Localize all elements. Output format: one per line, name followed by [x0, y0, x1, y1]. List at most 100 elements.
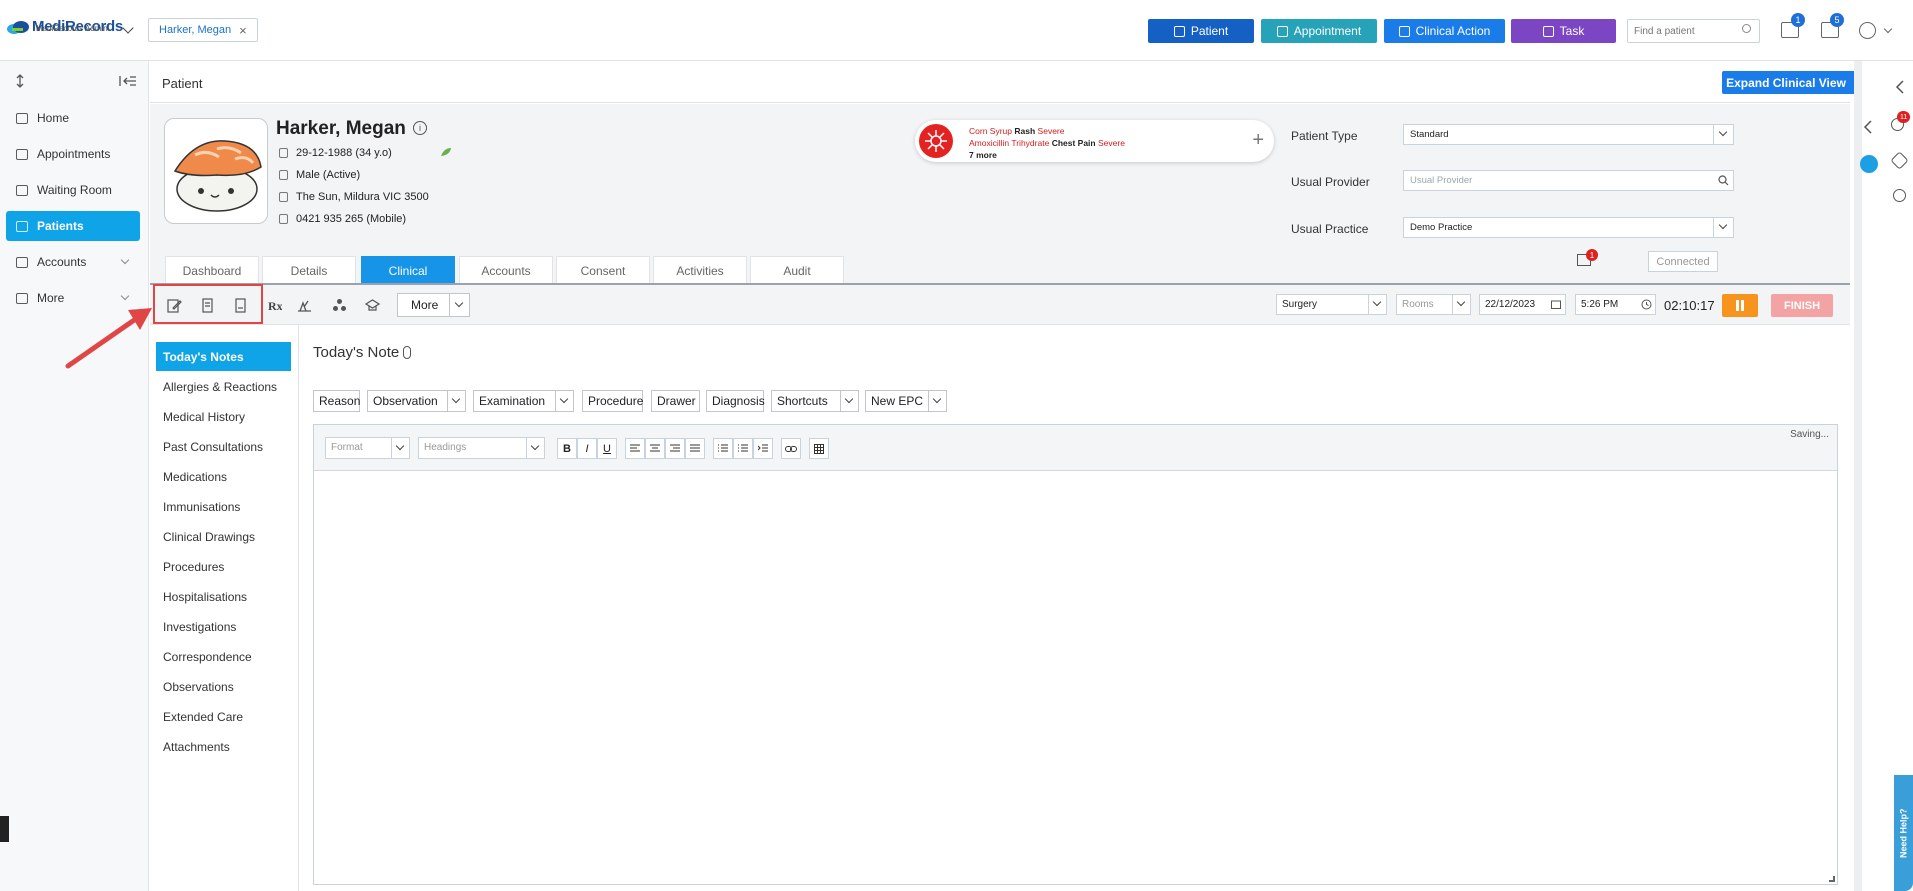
- date-value: 22/12/2023: [1485, 299, 1536, 310]
- allergy-more[interactable]: 7 more: [969, 149, 1125, 161]
- date-input[interactable]: 22/12/2023: [1479, 294, 1566, 315]
- clinical-menu-observations[interactable]: Observations: [156, 672, 291, 701]
- new-epc-dropdown[interactable]: New EPC: [865, 390, 947, 412]
- italic-button[interactable]: I: [577, 438, 597, 459]
- tab-clinical[interactable]: Clinical: [361, 256, 455, 284]
- patient-type-select[interactable]: Standard: [1403, 124, 1734, 145]
- find-patient-input[interactable]: [1627, 19, 1760, 43]
- align-center-button[interactable]: [645, 438, 665, 459]
- search-icon[interactable]: [1742, 24, 1751, 33]
- calendar-icon[interactable]: [1551, 300, 1561, 309]
- chevron-down-icon[interactable]: [1883, 24, 1893, 34]
- underline-button[interactable]: U: [597, 438, 617, 459]
- tab-details[interactable]: Details: [262, 256, 356, 284]
- education-icon[interactable]: [365, 298, 380, 313]
- table-button[interactable]: [809, 438, 829, 459]
- numbered-list-button[interactable]: [733, 438, 753, 459]
- align-right-button[interactable]: [665, 438, 685, 459]
- sidebar-item-accounts[interactable]: Accounts: [6, 247, 140, 277]
- clinical-menu-clinical-drawings[interactable]: Clinical Drawings: [156, 522, 291, 551]
- format-select[interactable]: Format: [325, 437, 410, 459]
- observation-dropdown[interactable]: Observation: [367, 390, 466, 412]
- diagnosis-button[interactable]: Diagnosis: [706, 390, 765, 412]
- tab-accounts[interactable]: Accounts: [459, 256, 553, 284]
- note-editor[interactable]: Saving... Format Headings B I U: [313, 424, 1838, 885]
- surgery-value: Surgery: [1282, 299, 1318, 310]
- align-left-button[interactable]: [625, 438, 645, 459]
- surgery-select[interactable]: Surgery: [1276, 294, 1387, 315]
- clinical-menu-investigations[interactable]: Investigations: [156, 612, 291, 641]
- align-left-icon: [630, 444, 640, 452]
- tab-audit[interactable]: Audit: [750, 256, 844, 284]
- chevron-down-icon[interactable]: [122, 22, 134, 34]
- examination-dropdown[interactable]: Examination: [473, 390, 574, 412]
- tab-consent[interactable]: Consent: [556, 256, 650, 284]
- pathology-icon[interactable]: [297, 298, 312, 313]
- tab-activities[interactable]: Activities: [653, 256, 747, 284]
- expand-clinical-view-button[interactable]: Expand Clinical View: [1722, 71, 1872, 94]
- usual-provider-input[interactable]: Usual Provider: [1403, 170, 1734, 191]
- reason-button[interactable]: Reason: [313, 390, 360, 412]
- clinical-menu-todays-notes[interactable]: Today's Notes: [156, 342, 291, 371]
- clinical-menu-extended-care[interactable]: Extended Care: [156, 702, 291, 731]
- patient-photo[interactable]: [164, 118, 268, 224]
- allergy-summary[interactable]: Corn Syrup Rash Severe Amoxicillin Trihy…: [915, 120, 1274, 162]
- collapse-sidebar-icon[interactable]: [119, 76, 136, 86]
- clinical-menu-allergies[interactable]: Allergies & Reactions: [156, 372, 291, 401]
- close-icon[interactable]: ×: [239, 23, 247, 38]
- user-avatar-icon[interactable]: [1859, 22, 1876, 39]
- info-icon[interactable]: i: [413, 121, 427, 135]
- time-input[interactable]: 5:26 PM: [1575, 294, 1656, 315]
- sidebar-item-appointments[interactable]: Appointments: [6, 139, 140, 169]
- observation-label: Observation: [373, 394, 438, 408]
- paperclip-icon[interactable]: [403, 346, 411, 359]
- at-icon[interactable]: [1893, 189, 1906, 202]
- chevron-down-icon: [449, 294, 469, 316]
- clinical-action-button[interactable]: Clinical Action: [1384, 19, 1505, 43]
- procedure-button[interactable]: Procedure: [582, 390, 643, 412]
- bold-button[interactable]: B: [557, 438, 577, 459]
- link-button[interactable]: [781, 438, 801, 459]
- tag-icon[interactable]: [1860, 155, 1878, 173]
- clinical-menu-medical-history[interactable]: Medical History: [156, 402, 291, 431]
- finish-button[interactable]: FINISH: [1771, 294, 1833, 317]
- radiology-icon[interactable]: [332, 298, 347, 313]
- clinical-menu-hospitalisations[interactable]: Hospitalisations: [156, 582, 291, 611]
- sidebar-item-patients[interactable]: Patients: [6, 211, 140, 241]
- drawer-button[interactable]: Drawer: [651, 390, 700, 412]
- clinical-menu-correspondence[interactable]: Correspondence: [156, 642, 291, 671]
- sidebar-item-waiting-room[interactable]: Waiting Room: [6, 175, 140, 205]
- shortcuts-dropdown[interactable]: Shortcuts: [771, 390, 859, 412]
- right-rail-divider: [1854, 61, 1862, 891]
- need-help-tab[interactable]: Need Help?: [1894, 775, 1913, 891]
- justify-button[interactable]: [685, 438, 705, 459]
- indent-button[interactable]: [753, 438, 773, 459]
- allergy-severity: Severe: [1037, 126, 1065, 136]
- clinical-menu-attachments[interactable]: Attachments: [156, 732, 291, 761]
- clinical-menu-procedures[interactable]: Procedures: [156, 552, 291, 581]
- resize-vertical-icon[interactable]: [16, 74, 24, 88]
- clinical-menu-medications[interactable]: Medications: [156, 462, 291, 491]
- chevron-left-icon[interactable]: [1895, 80, 1905, 94]
- new-appointment-button[interactable]: Appointment: [1261, 19, 1377, 43]
- headings-select[interactable]: Headings: [418, 437, 545, 459]
- clinical-menu-immunisations[interactable]: Immunisations: [156, 492, 291, 521]
- search-icon[interactable]: [1718, 175, 1729, 186]
- open-patient-chip[interactable]: Harker, Megan ×: [148, 18, 258, 42]
- chevron-left-icon[interactable]: [1863, 120, 1873, 134]
- more-dropdown[interactable]: More: [397, 293, 470, 317]
- resize-handle-icon[interactable]: [1829, 876, 1835, 882]
- bullet-list-button[interactable]: [713, 438, 733, 459]
- pause-button[interactable]: [1722, 294, 1758, 317]
- clinical-menu-past-consultations[interactable]: Past Consultations: [156, 432, 291, 461]
- sidebar-item-home[interactable]: Home: [6, 103, 140, 133]
- usual-practice-select[interactable]: Demo Practice: [1403, 217, 1734, 238]
- clock-icon[interactable]: [1641, 299, 1652, 310]
- new-task-button[interactable]: Task: [1511, 19, 1616, 43]
- tab-dashboard[interactable]: Dashboard: [165, 256, 259, 284]
- prescription-icon[interactable]: Rx: [267, 298, 282, 313]
- new-patient-button[interactable]: Patient: [1148, 19, 1254, 43]
- side-handle[interactable]: [0, 816, 9, 842]
- add-allergy-icon[interactable]: +: [1252, 129, 1264, 152]
- rooms-select[interactable]: Rooms: [1396, 294, 1471, 315]
